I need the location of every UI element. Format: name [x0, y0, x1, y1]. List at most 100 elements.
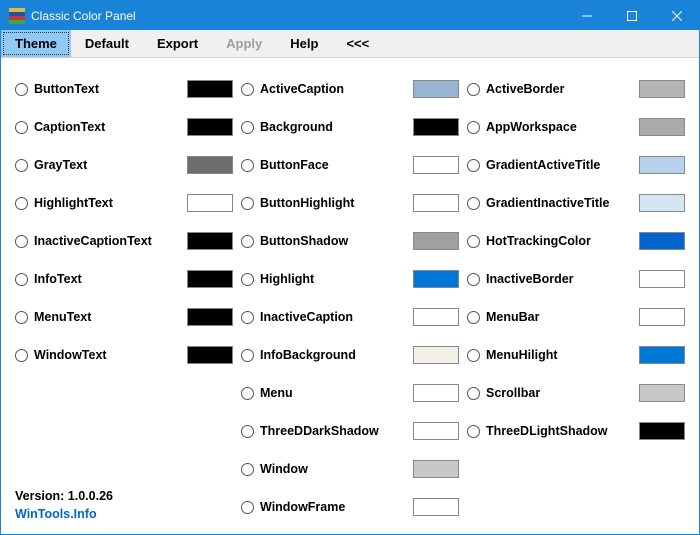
radio-windowtext[interactable]	[15, 349, 28, 362]
swatch-windowtext[interactable]	[187, 346, 233, 364]
menu-collapse[interactable]: <<<	[332, 30, 383, 57]
swatch-gradientactivetitle[interactable]	[639, 156, 685, 174]
swatch-background[interactable]	[413, 118, 459, 136]
menu-theme[interactable]: Theme	[1, 30, 71, 57]
version-label: Version: 1.0.0.26	[15, 487, 113, 506]
radio-appworkspace[interactable]	[467, 121, 480, 134]
radio-infotext[interactable]	[15, 273, 28, 286]
radio-inactivecaption[interactable]	[241, 311, 254, 324]
radio-threeddarkshadow[interactable]	[241, 425, 254, 438]
radio-hottrackingcolor[interactable]	[467, 235, 480, 248]
color-row: AppWorkspace	[467, 108, 685, 146]
label-gradientactivetitle: GradientActiveTitle	[486, 158, 633, 172]
website-link[interactable]: WinTools.Info	[15, 507, 97, 521]
swatch-menuhilight[interactable]	[639, 346, 685, 364]
color-row: InactiveCaptionText	[15, 222, 233, 260]
label-infotext: InfoText	[34, 272, 181, 286]
radio-threedlightshadow[interactable]	[467, 425, 480, 438]
label-scrollbar: Scrollbar	[486, 386, 633, 400]
radio-highlighttext[interactable]	[15, 197, 28, 210]
swatch-inactivecaption[interactable]	[413, 308, 459, 326]
swatch-inactiveborder[interactable]	[639, 270, 685, 288]
radio-gradientactivetitle[interactable]	[467, 159, 480, 172]
radio-inactivecaptiontext[interactable]	[15, 235, 28, 248]
swatch-windowframe[interactable]	[413, 498, 459, 516]
color-row: WindowFrame	[241, 488, 459, 526]
swatch-activeborder[interactable]	[639, 80, 685, 98]
color-row: InfoBackground	[241, 336, 459, 374]
radio-highlight[interactable]	[241, 273, 254, 286]
swatch-inactivecaptiontext[interactable]	[187, 232, 233, 250]
color-row: MenuText	[15, 298, 233, 336]
radio-menutext[interactable]	[15, 311, 28, 324]
maximize-button[interactable]	[609, 1, 654, 30]
swatch-window[interactable]	[413, 460, 459, 478]
swatch-buttontext[interactable]	[187, 80, 233, 98]
radio-menuhilight[interactable]	[467, 349, 480, 362]
radio-gradientinactivetitle[interactable]	[467, 197, 480, 210]
label-buttontext: ButtonText	[34, 82, 181, 96]
swatch-captiontext[interactable]	[187, 118, 233, 136]
radio-infobackground[interactable]	[241, 349, 254, 362]
radio-window[interactable]	[241, 463, 254, 476]
swatch-buttonface[interactable]	[413, 156, 459, 174]
menu-default[interactable]: Default	[71, 30, 143, 57]
menu-help[interactable]: Help	[276, 30, 332, 57]
radio-menubar[interactable]	[467, 311, 480, 324]
label-windowtext: WindowText	[34, 348, 181, 362]
swatch-infotext[interactable]	[187, 270, 233, 288]
color-row: GrayText	[15, 146, 233, 184]
swatch-threedlightshadow[interactable]	[639, 422, 685, 440]
color-row: ButtonText	[15, 70, 233, 108]
swatch-graytext[interactable]	[187, 156, 233, 174]
swatch-buttonshadow[interactable]	[413, 232, 459, 250]
radio-activecaption[interactable]	[241, 83, 254, 96]
swatch-highlighttext[interactable]	[187, 194, 233, 212]
label-windowframe: WindowFrame	[260, 500, 407, 514]
menu-export[interactable]: Export	[143, 30, 212, 57]
radio-inactiveborder[interactable]	[467, 273, 480, 286]
label-menuhilight: MenuHilight	[486, 348, 633, 362]
color-row: ThreeDLightShadow	[467, 412, 685, 450]
color-row: ButtonHighlight	[241, 184, 459, 222]
color-row: Highlight	[241, 260, 459, 298]
radio-scrollbar[interactable]	[467, 387, 480, 400]
footer: Version: 1.0.0.26 WinTools.Info	[15, 487, 113, 525]
swatch-highlight[interactable]	[413, 270, 459, 288]
color-row: GradientActiveTitle	[467, 146, 685, 184]
swatch-activecaption[interactable]	[413, 80, 459, 98]
swatch-hottrackingcolor[interactable]	[639, 232, 685, 250]
radio-graytext[interactable]	[15, 159, 28, 172]
window-title: Classic Color Panel	[31, 9, 564, 23]
swatch-buttonhighlight[interactable]	[413, 194, 459, 212]
radio-windowframe[interactable]	[241, 501, 254, 514]
close-button[interactable]	[654, 1, 699, 30]
color-row: ThreeDDarkShadow	[241, 412, 459, 450]
swatch-gradientinactivetitle[interactable]	[639, 194, 685, 212]
radio-menu[interactable]	[241, 387, 254, 400]
label-inactiveborder: InactiveBorder	[486, 272, 633, 286]
label-graytext: GrayText	[34, 158, 181, 172]
radio-activeborder[interactable]	[467, 83, 480, 96]
color-row: GradientInactiveTitle	[467, 184, 685, 222]
radio-background[interactable]	[241, 121, 254, 134]
label-appworkspace: AppWorkspace	[486, 120, 633, 134]
label-background: Background	[260, 120, 407, 134]
swatch-menutext[interactable]	[187, 308, 233, 326]
radio-buttontext[interactable]	[15, 83, 28, 96]
radio-buttonhighlight[interactable]	[241, 197, 254, 210]
swatch-menubar[interactable]	[639, 308, 685, 326]
swatch-menu[interactable]	[413, 384, 459, 402]
radio-buttonface[interactable]	[241, 159, 254, 172]
minimize-button[interactable]	[564, 1, 609, 30]
radio-captiontext[interactable]	[15, 121, 28, 134]
titlebar: Classic Color Panel	[1, 1, 699, 30]
swatch-appworkspace[interactable]	[639, 118, 685, 136]
column-0: ButtonTextCaptionTextGrayTextHighlightTe…	[15, 70, 233, 526]
swatch-scrollbar[interactable]	[639, 384, 685, 402]
swatch-threeddarkshadow[interactable]	[413, 422, 459, 440]
radio-buttonshadow[interactable]	[241, 235, 254, 248]
label-activecaption: ActiveCaption	[260, 82, 407, 96]
color-row: CaptionText	[15, 108, 233, 146]
swatch-infobackground[interactable]	[413, 346, 459, 364]
